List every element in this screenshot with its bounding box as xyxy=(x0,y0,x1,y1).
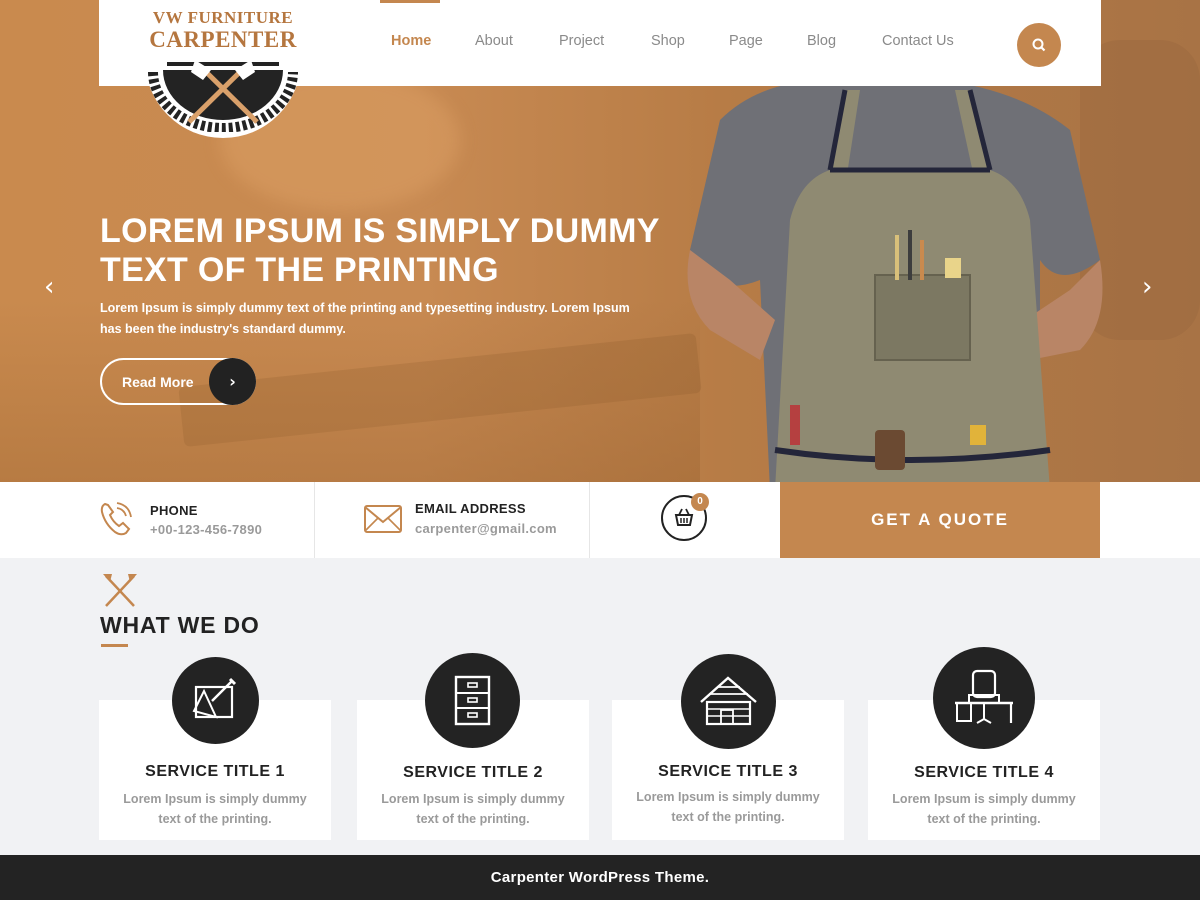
email-label: EMAIL ADDRESS xyxy=(415,501,526,516)
crossed-axes-icon xyxy=(148,60,298,132)
crossed-axes-icon xyxy=(103,574,137,607)
phone-value[interactable]: +00-123-456-7890 xyxy=(150,522,262,537)
hero-title-line1: LOREM IPSUM IS SIMPLY DUMMY xyxy=(100,212,660,250)
logo-text-line2: CARPENTER xyxy=(149,27,297,52)
get-a-quote-button[interactable]: GET A QUOTE xyxy=(780,482,1100,558)
nav-item-about[interactable]: About xyxy=(475,33,513,49)
drafting-icon xyxy=(192,677,237,719)
service-icon-circle xyxy=(933,647,1035,749)
service-icon-circle xyxy=(681,654,776,749)
divider xyxy=(589,482,590,558)
service-description: Lorem Ipsum is simply dummy text of the … xyxy=(381,792,565,826)
service-description: Lorem Ipsum is simply dummy text of the … xyxy=(892,792,1076,826)
hero-title: LOREM IPSUM IS SIMPLY DUMMY TEXT OF THE … xyxy=(100,212,700,290)
site-logo[interactable]: VW FURNITURE CARPENTER xyxy=(145,0,301,138)
cabin-icon xyxy=(700,676,757,726)
service-description: Lorem Ipsum is simply dummy text of the … xyxy=(636,790,820,824)
hero-subtitle: Lorem Ipsum is simply dummy text of the … xyxy=(100,298,630,340)
nav-item-contact-us[interactable]: Contact Us xyxy=(882,33,954,49)
service-title: SERVICE TITLE 4 xyxy=(914,764,1054,781)
nav-item-shop[interactable]: Shop xyxy=(651,33,685,49)
service-description: Lorem Ipsum is simply dummy text of the … xyxy=(123,792,307,826)
read-more-label: Read More xyxy=(122,374,194,390)
section-title: WHAT WE DO xyxy=(100,612,260,638)
slider-next-button[interactable]: › xyxy=(1142,272,1152,302)
service-title: SERVICE TITLE 3 xyxy=(658,763,798,780)
arrow-right-icon: › xyxy=(209,358,256,405)
hero-subtitle-line1: Lorem Ipsum is simply dummy text of the … xyxy=(100,301,630,315)
read-more-button[interactable]: Read More › xyxy=(100,358,256,405)
service-icon-circle xyxy=(425,653,520,748)
carpenter-image xyxy=(687,60,1103,482)
divider xyxy=(314,482,315,558)
nav-item-home[interactable]: Home xyxy=(391,33,431,49)
search-icon xyxy=(1032,38,1046,52)
hero-title-line2: TEXT OF THE PRINTING xyxy=(100,251,499,289)
desk-chair-icon xyxy=(955,669,1013,724)
nav-item-project[interactable]: Project xyxy=(559,33,604,49)
nav-active-indicator xyxy=(380,0,440,3)
email-value[interactable]: carpenter@gmail.com xyxy=(415,521,557,536)
search-button[interactable] xyxy=(1017,23,1061,67)
service-title: SERVICE TITLE 2 xyxy=(403,764,543,781)
section-title-underline xyxy=(101,644,128,647)
cabinet-icon xyxy=(454,675,491,726)
site-footer: Carpenter WordPress Theme. xyxy=(0,855,1200,900)
slider-prev-button[interactable]: ‹ xyxy=(44,272,54,302)
mail-icon xyxy=(364,505,402,533)
phone-icon xyxy=(100,502,132,536)
logo-text-line1: VW FURNITURE xyxy=(152,8,294,27)
nav-item-page[interactable]: Page xyxy=(729,33,763,49)
cart-count-badge: 0 xyxy=(691,493,709,511)
hero-subtitle-line2: has been the industry's standard dummy. xyxy=(100,322,346,336)
service-title: SERVICE TITLE 1 xyxy=(145,763,285,780)
nav-item-blog[interactable]: Blog xyxy=(807,33,836,49)
service-icon-circle xyxy=(172,657,259,744)
phone-label: PHONE xyxy=(150,503,198,518)
